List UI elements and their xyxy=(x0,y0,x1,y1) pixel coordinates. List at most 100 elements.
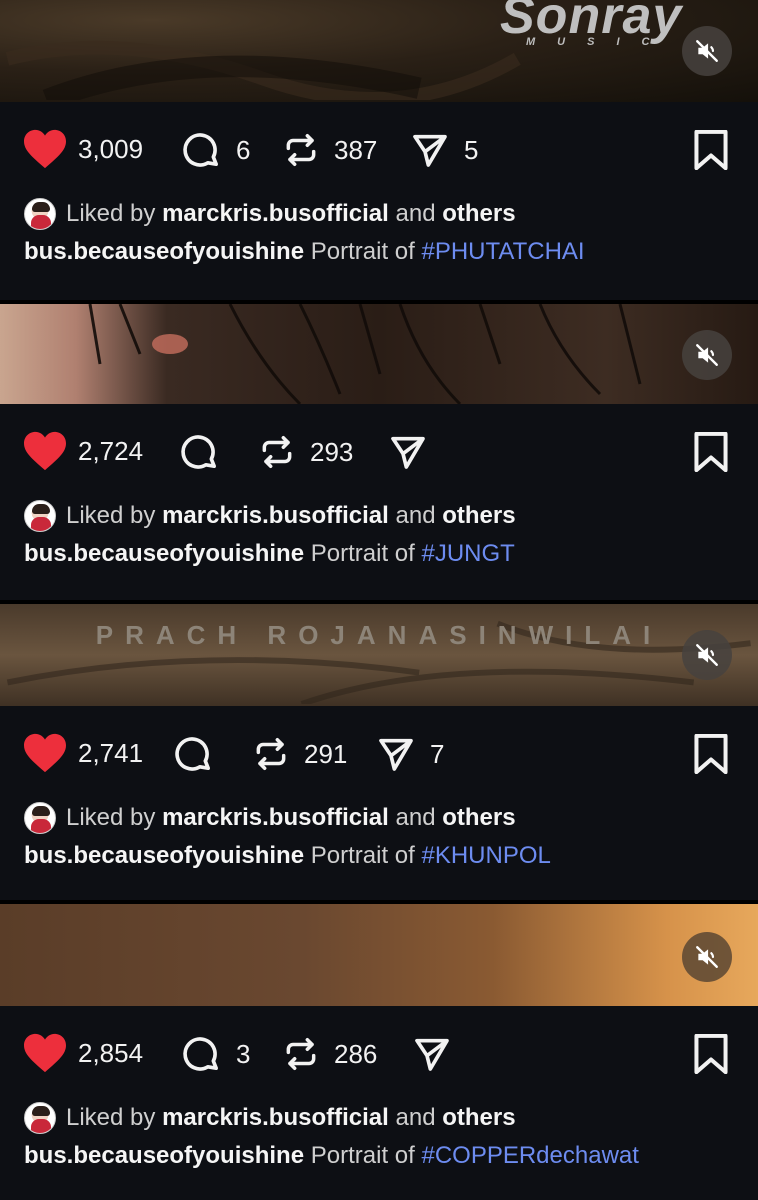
repost-icon xyxy=(286,134,316,166)
liked-by-others[interactable]: others xyxy=(442,502,515,530)
post-panel: 2,741 291 7 Liked by marckris.busofficia… xyxy=(0,706,758,900)
media-logo-sub: MUSIC xyxy=(526,36,672,48)
repost-button[interactable]: 387 xyxy=(282,130,377,170)
like-button[interactable]: 2,854 xyxy=(22,1032,143,1074)
like-count: 2,854 xyxy=(78,1037,144,1068)
liked-by-others[interactable]: others xyxy=(442,1104,515,1132)
share-count: 7 xyxy=(430,738,445,769)
share-button[interactable]: 5 xyxy=(410,130,478,170)
comment-button[interactable] xyxy=(180,432,220,472)
liked-by-user[interactable]: marckris.busofficial xyxy=(162,1104,389,1132)
like-button[interactable]: 2,724 xyxy=(22,430,143,472)
like-button[interactable]: 2,741 xyxy=(22,732,143,774)
liked-by: Liked by marckris.busofficial and others xyxy=(24,500,516,532)
repost-count: 387 xyxy=(334,134,378,165)
caption: bus.becauseofyouishine Portrait of #JUNG… xyxy=(24,540,515,568)
avatar[interactable] xyxy=(24,1102,56,1134)
author-username[interactable]: bus.becauseofyouishine xyxy=(24,238,304,265)
like-button[interactable]: 3,009 xyxy=(22,128,143,170)
repost-count: 286 xyxy=(334,1038,378,1069)
repost-icon xyxy=(286,1038,316,1070)
comment-icon xyxy=(175,737,211,771)
caption: bus.becauseofyouishine Portrait of #KHUN… xyxy=(24,842,551,870)
bookmark-icon[interactable] xyxy=(692,432,730,472)
comment-count: 6 xyxy=(236,134,251,165)
liked-by: Liked by marckris.busofficial and others xyxy=(24,1102,516,1134)
liked-by-prefix: Liked by xyxy=(66,200,156,227)
share-icon xyxy=(379,738,413,771)
mute-icon xyxy=(696,946,718,968)
repost-count: 293 xyxy=(310,436,354,467)
media-texture xyxy=(6,620,751,704)
caption-text: Portrait of xyxy=(310,1142,415,1169)
hashtag[interactable]: #COPPERdechawat xyxy=(421,1142,638,1169)
heart-icon xyxy=(24,1033,66,1073)
liked-by-user[interactable]: marckris.busofficial xyxy=(162,200,389,228)
comment-button[interactable]: 3 xyxy=(182,1034,250,1074)
liked-by-prefix: Liked by xyxy=(66,804,156,831)
post-panel: 2,724 293 Liked by marckris.busofficial … xyxy=(0,404,758,600)
comment-count: 3 xyxy=(236,1038,251,1069)
avatar[interactable] xyxy=(24,198,56,230)
mute-button[interactable] xyxy=(682,932,732,982)
comment-button[interactable] xyxy=(174,734,214,774)
repost-button[interactable]: 291 xyxy=(252,734,347,774)
avatar[interactable] xyxy=(24,500,56,532)
media-texture xyxy=(88,304,642,404)
heart-icon xyxy=(24,733,66,773)
share-button[interactable] xyxy=(412,1034,452,1074)
liked-by: Liked by marckris.busofficial and others xyxy=(24,198,516,230)
comment-icon xyxy=(183,133,219,167)
mute-button[interactable] xyxy=(682,330,732,380)
mute-button[interactable] xyxy=(682,26,732,76)
post-4: 2,854 3 286 Liked by marckris.busofficia… xyxy=(0,904,758,1200)
bookmark-icon[interactable] xyxy=(692,130,730,170)
mute-icon xyxy=(696,344,718,366)
post-media[interactable] xyxy=(0,904,758,1006)
comment-icon xyxy=(181,435,217,469)
media-overlay-text: PRACH ROJANASINWILAI xyxy=(95,620,663,650)
share-count: 5 xyxy=(464,134,479,165)
author-username[interactable]: bus.becauseofyouishine xyxy=(24,1142,304,1169)
liked-by-prefix: Liked by xyxy=(66,1104,156,1131)
hashtag[interactable]: #PHUTATCHAI xyxy=(421,238,584,265)
liked-by-and: and xyxy=(395,804,436,831)
avatar[interactable] xyxy=(24,802,56,834)
mute-icon xyxy=(696,40,718,62)
post-3: PRACH ROJANASINWILAI 2,741 291 7 Liked b… xyxy=(0,604,758,900)
author-username[interactable]: bus.becauseofyouishine xyxy=(24,842,304,869)
liked-by-and: and xyxy=(395,1104,436,1131)
like-count: 2,741 xyxy=(78,737,144,768)
repost-icon xyxy=(256,738,286,770)
post-media[interactable]: PRACH ROJANASINWILAI xyxy=(0,604,758,706)
mute-button[interactable] xyxy=(682,630,732,680)
liked-by-others[interactable]: others xyxy=(442,804,515,832)
liked-by-user[interactable]: marckris.busofficial xyxy=(162,804,389,832)
post-media[interactable]: Sonray MUSIC xyxy=(0,0,758,102)
hashtag[interactable]: #JUNGT xyxy=(421,540,514,567)
share-icon xyxy=(415,1038,449,1071)
share-icon xyxy=(391,436,425,469)
repost-button[interactable]: 286 xyxy=(282,1034,377,1074)
comment-button[interactable]: 6 xyxy=(182,130,250,170)
post-panel: 3,009 6 387 5 Liked by marckris.busoffic… xyxy=(0,102,758,300)
caption-text: Portrait of xyxy=(310,540,415,567)
liked-by-others[interactable]: others xyxy=(442,200,515,228)
share-button[interactable] xyxy=(388,432,428,472)
share-icon xyxy=(413,134,447,167)
caption: bus.becauseofyouishine Portrait of #PHUT… xyxy=(24,238,585,266)
post-1: Sonray MUSIC 3,009 6 387 5 Liked by marc… xyxy=(0,0,758,300)
liked-by: Liked by marckris.busofficial and others xyxy=(24,802,516,834)
bookmark-icon[interactable] xyxy=(692,1034,730,1074)
post-media[interactable] xyxy=(0,304,758,404)
share-button[interactable]: 7 xyxy=(376,734,444,774)
hashtag[interactable]: #KHUNPOL xyxy=(421,842,550,869)
author-username[interactable]: bus.becauseofyouishine xyxy=(24,540,304,567)
repost-icon xyxy=(262,436,292,468)
post-2: 2,724 293 Liked by marckris.busofficial … xyxy=(0,304,758,600)
repost-button[interactable]: 293 xyxy=(258,432,353,472)
liked-by-user[interactable]: marckris.busofficial xyxy=(162,502,389,530)
heart-icon xyxy=(24,431,66,471)
caption: bus.becauseofyouishine Portrait of #COPP… xyxy=(24,1142,639,1170)
bookmark-icon[interactable] xyxy=(692,734,730,774)
